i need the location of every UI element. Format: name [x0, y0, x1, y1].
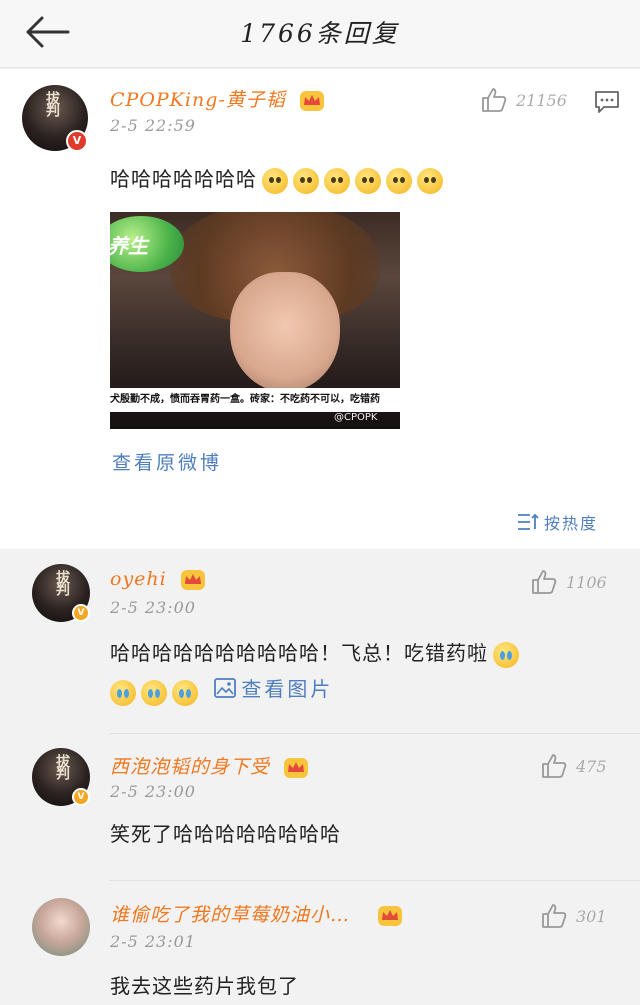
photo-watermark: @CPOPK — [334, 412, 378, 423]
page-title: 1766条回复 — [240, 19, 400, 48]
comment-text-content: 哈哈哈哈哈哈哈哈哈哈！飞总！吃错药啦 — [110, 641, 488, 665]
post-image[interactable]: 养生 犬殷勤不成，愤而吞胃药一盒。砖家：不吃药不可以，吃错药 @CPOPK — [110, 212, 400, 429]
image-icon — [214, 677, 237, 698]
comment-icon[interactable] — [594, 90, 620, 114]
comment-username[interactable]: oyehi — [110, 568, 206, 591]
comment-text-line2: 查看图片 — [110, 673, 333, 706]
main-username[interactable]: CPOPKing-黄子韬 — [110, 85, 325, 112]
laugh-cry-emoji-icon — [172, 680, 198, 706]
laugh-cry-emoji-icon — [141, 680, 167, 706]
comment-username[interactable]: 谁偷吃了我的草莓奶油小… — [110, 900, 403, 927]
avatar-tag: 拔判 — [44, 91, 60, 115]
sort-icon — [518, 513, 539, 530]
sad-emoji-icon — [417, 167, 443, 194]
comment-like-button[interactable]: 301 — [540, 902, 607, 930]
laugh-cry-emoji-icon — [493, 641, 519, 668]
crown-icon — [180, 570, 205, 590]
comment-username-text: 谁偷吃了我的草莓奶油小… — [110, 904, 351, 926]
sad-emoji-icon — [386, 167, 412, 194]
comment-username-text: 西泡泡韬的身下受 — [110, 756, 271, 778]
verified-v-icon: V — [66, 130, 88, 152]
sort-by-hot-button[interactable]: 按热度 — [516, 510, 598, 534]
avatar-tag: 拔判 — [54, 754, 70, 778]
crown-icon — [378, 906, 403, 926]
comment-time: 2-5 23:00 — [110, 782, 196, 801]
view-picture-link[interactable]: 查看图片 — [213, 673, 333, 702]
main-text: 哈哈哈哈哈哈哈 — [110, 163, 443, 194]
thumbs-up-icon — [532, 570, 557, 594]
main-time: 2-5 22:59 — [110, 116, 196, 135]
comment-username-text: oyehi — [110, 568, 167, 590]
avatar-tag: 拔判 — [54, 570, 70, 594]
view-original-link[interactable]: 查看原微博 — [112, 448, 222, 475]
comment-text: 我去这些药片我包了 — [110, 974, 299, 998]
comment-like-count: 1106 — [566, 572, 607, 592]
verified-v-icon: V — [72, 788, 90, 806]
laugh-cry-emoji-icon — [110, 680, 136, 706]
main-text-content: 哈哈哈哈哈哈哈 — [110, 167, 257, 191]
thumbs-up-icon — [542, 904, 567, 928]
photo-face — [230, 272, 340, 392]
thumbs-up-icon — [542, 754, 567, 778]
sad-emoji-icon — [355, 167, 381, 194]
divider — [110, 880, 640, 881]
main-like-button[interactable]: 21156 — [480, 86, 567, 114]
comment-like-button[interactable]: 1106 — [530, 568, 607, 596]
top-bar: 1766条回复 — [0, 0, 640, 68]
main-username-text: CPOPKing-黄子韬 — [110, 89, 286, 111]
sad-emoji-icon — [324, 167, 350, 194]
comment-text: 笑死了哈哈哈哈哈哈哈哈 — [110, 822, 341, 846]
comment-like-count: 301 — [576, 906, 607, 926]
view-picture-label: 查看图片 — [241, 677, 334, 701]
comment-text: 哈哈哈哈哈哈哈哈哈哈！飞总！吃错药啦 — [110, 637, 519, 668]
crown-icon — [299, 91, 324, 111]
sad-emoji-icon — [262, 167, 288, 194]
comment-like-count: 475 — [576, 756, 607, 776]
thumbs-up-icon — [482, 88, 507, 112]
comment-time: 2-5 23:00 — [110, 598, 196, 617]
comment-username[interactable]: 西泡泡韬的身下受 — [110, 752, 309, 779]
sort-label: 按热度 — [544, 514, 599, 533]
crown-icon — [284, 758, 309, 778]
photo-caption: 犬殷勤不成，愤而吞胃药一盒。砖家：不吃药不可以，吃错药 — [110, 388, 400, 412]
divider — [110, 733, 640, 734]
comment-like-button[interactable]: 475 — [540, 752, 607, 780]
comment-time: 2-5 23:01 — [110, 932, 196, 951]
avatar[interactable] — [32, 898, 90, 956]
sad-emoji-icon — [293, 167, 319, 194]
main-like-count: 21156 — [516, 90, 567, 110]
verified-v-icon: V — [72, 604, 90, 622]
